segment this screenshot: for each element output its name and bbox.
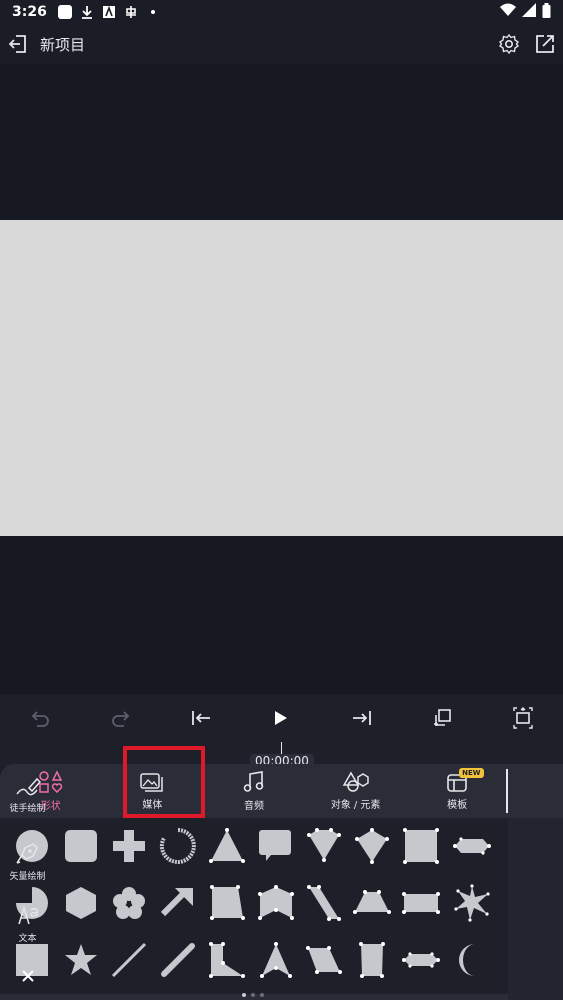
shape-square-points[interactable] — [401, 826, 441, 866]
new-badge: NEW — [459, 768, 484, 778]
app-a-icon — [101, 4, 117, 20]
shape-arrowhead[interactable] — [256, 940, 296, 980]
jump-to-start-button[interactable] — [181, 698, 221, 738]
shape-rectangle-points[interactable] — [401, 883, 441, 923]
shape-grid — [0, 818, 508, 994]
duplicate-icon — [434, 709, 452, 726]
duplicate-button[interactable] — [422, 698, 462, 738]
shape-ring[interactable] — [158, 826, 198, 866]
shape-speech-bubble[interactable] — [256, 826, 296, 866]
app-root: 3:26 新项目 00:00:00 形状 媒体 音频 对象 / 元素 NEW 模… — [0, 0, 563, 1000]
tab-templates-label: 模板 — [447, 800, 468, 811]
shape-gem[interactable] — [304, 826, 344, 866]
shape-arrow[interactable] — [158, 883, 198, 923]
canvas-backdrop-top — [0, 64, 563, 220]
shape-l-shape[interactable] — [207, 940, 247, 980]
shape-star[interactable] — [61, 940, 101, 980]
close-icon — [21, 970, 34, 982]
project-title[interactable]: 新项目 — [40, 34, 491, 55]
shape-triangle[interactable] — [207, 826, 247, 866]
redo-button[interactable] — [101, 698, 141, 738]
play-button[interactable] — [261, 698, 301, 738]
status-time: 3:26 — [12, 4, 47, 20]
notification-square-icon — [57, 4, 73, 20]
shape-parallelogram[interactable] — [304, 940, 344, 980]
vector-draw-button[interactable]: 矢量绘制 — [0, 840, 55, 882]
objects-icon — [342, 771, 369, 792]
battery-icon — [542, 2, 551, 22]
wifi-icon — [500, 3, 516, 21]
text-tool-button[interactable]: 文本 — [0, 904, 55, 944]
project-canvas[interactable] — [0, 220, 563, 536]
page-dot — [251, 993, 255, 997]
exit-button[interactable] — [0, 26, 36, 62]
shape-capsule[interactable] — [401, 940, 441, 980]
side-tools-lower — [508, 818, 563, 1000]
download-icon — [79, 4, 95, 20]
undo-button[interactable] — [20, 698, 60, 738]
skip-start-icon — [192, 711, 211, 725]
app-header: 新项目 — [0, 24, 563, 64]
tab-media-label: 媒体 — [142, 800, 163, 811]
shape-line[interactable] — [109, 940, 149, 980]
text-icon — [17, 905, 38, 925]
shape-trapezoid[interactable] — [207, 883, 247, 923]
category-tabs: 形状 媒体 音频 对象 / 元素 NEW 模板 — [0, 764, 508, 818]
text-tool-label: 文本 — [18, 934, 37, 944]
skip-end-icon — [352, 711, 371, 725]
shape-thick-line[interactable] — [158, 940, 198, 980]
fit-frame-icon — [513, 707, 533, 729]
status-right — [500, 2, 551, 22]
bug-icon — [123, 4, 139, 20]
export-button[interactable] — [527, 26, 563, 62]
status-bar: 3:26 — [0, 0, 563, 24]
exit-icon — [8, 35, 26, 53]
tab-objects-label: 对象 / 元素 — [330, 800, 381, 811]
shape-crescent[interactable] — [452, 940, 492, 980]
canvas-backdrop-bottom — [0, 536, 563, 694]
play-icon — [275, 711, 288, 725]
settings-button[interactable] — [491, 26, 527, 62]
shape-rectangle-tall[interactable] — [352, 940, 392, 980]
shape-star-burst[interactable] — [452, 883, 492, 923]
page-dot — [260, 993, 264, 997]
shape-plus[interactable] — [109, 826, 149, 866]
shape-kite[interactable] — [352, 826, 392, 866]
redo-icon — [111, 711, 129, 727]
page-indicator — [242, 993, 266, 997]
shape-rounded-square[interactable] — [61, 826, 101, 866]
undo-icon — [31, 711, 50, 727]
shape-hexagon[interactable] — [61, 883, 101, 923]
signal-icon — [522, 3, 536, 21]
close-panel-button[interactable] — [0, 968, 55, 984]
audio-icon — [243, 771, 264, 792]
jump-to-end-button[interactable] — [342, 698, 382, 738]
playback-toolbar — [0, 694, 563, 742]
dot-icon — [145, 4, 161, 20]
freehand-draw-icon — [15, 777, 41, 796]
shape-parallelogram-tall[interactable] — [304, 883, 344, 923]
fit-canvas-button[interactable] — [503, 698, 543, 738]
freehand-draw-label: 徒手绘制 — [9, 804, 46, 814]
timeline-strip[interactable]: 00:00:00 — [0, 742, 563, 768]
tab-templates[interactable]: NEW 模板 — [406, 764, 508, 818]
media-icon — [140, 773, 164, 792]
vector-pen-icon — [15, 843, 38, 864]
freehand-draw-button[interactable]: 徒手绘制 — [0, 776, 55, 814]
shape-trapezoid-wide[interactable] — [352, 883, 392, 923]
share-export-icon — [536, 35, 554, 53]
shape-banner[interactable] — [452, 826, 492, 866]
vector-draw-label: 矢量绘制 — [9, 872, 46, 882]
tab-audio-label: 音频 — [243, 801, 264, 812]
shape-pentagon-house[interactable] — [256, 883, 296, 923]
tab-objects[interactable]: 对象 / 元素 — [305, 764, 407, 818]
gear-icon — [498, 33, 520, 55]
tab-media[interactable]: 媒体 — [102, 764, 204, 818]
page-dot-active — [242, 993, 246, 997]
tab-audio[interactable]: 音频 — [203, 764, 305, 818]
shape-flower[interactable] — [109, 883, 149, 923]
